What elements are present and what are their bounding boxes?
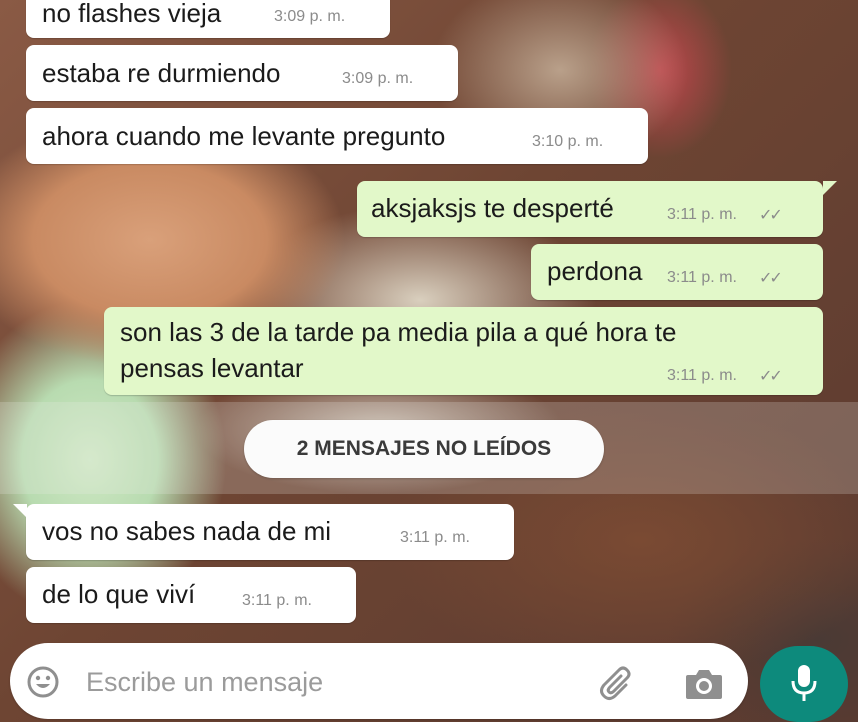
message-time: 3:11 p. m. <box>667 367 737 384</box>
message-incoming[interactable]: vos no sabes nada de mi 3:11 p. m. <box>26 504 514 560</box>
microphone-button[interactable] <box>760 646 848 722</box>
message-text: estaba re durmiendo <box>42 58 281 88</box>
message-text-line-2: pensas levantar <box>120 353 304 383</box>
bubble-tail <box>13 504 27 518</box>
message-outgoing[interactable]: son las 3 de la tarde pa media pila a qu… <box>104 307 823 395</box>
message-text-line-1: son las 3 de la tarde pa media pila a qu… <box>120 317 677 347</box>
message-text: ahora cuando me levante pregunto <box>42 121 446 151</box>
attach-icon[interactable] <box>598 663 638 703</box>
message-input-placeholder[interactable]: Escribe un mensaje <box>86 667 323 698</box>
message-time: 3:09 p. m. <box>274 8 346 25</box>
message-incoming[interactable]: estaba re durmiendo 3:09 p. m. <box>26 45 458 101</box>
message-incoming[interactable]: de lo que viví 3:11 p. m. <box>26 567 356 623</box>
message-text: no flashes vieja <box>42 0 222 28</box>
read-ticks-icon: ✓✓ <box>759 368 783 385</box>
microphone-icon <box>791 665 817 701</box>
message-time: 3:11 p. m. <box>242 592 312 609</box>
message-text: vos no sabes nada de mi <box>42 516 332 546</box>
message-text: perdona <box>547 256 643 286</box>
message-time: 3:11 p. m. <box>400 529 470 546</box>
message-text: aksjaksjs te desperté <box>371 193 614 223</box>
emoji-icon[interactable] <box>26 665 60 699</box>
message-time: 3:09 p. m. <box>342 70 414 87</box>
unread-messages-badge: 2 MENSAJES NO LEÍDOS <box>244 420 604 478</box>
read-ticks-icon: ✓✓ <box>759 270 783 287</box>
message-outgoing[interactable]: aksjaksjs te desperté 3:11 p. m. ✓✓ <box>357 181 823 237</box>
message-incoming[interactable]: no flashes vieja 3:09 p. m. <box>26 0 390 38</box>
message-text: de lo que viví <box>42 579 196 609</box>
bubble-tail <box>823 181 837 195</box>
message-time: 3:10 p. m. <box>532 133 604 150</box>
message-composer[interactable]: Escribe un mensaje <box>10 643 748 719</box>
message-time: 3:11 p. m. <box>667 269 737 286</box>
message-outgoing[interactable]: perdona 3:11 p. m. ✓✓ <box>531 244 823 300</box>
message-time: 3:11 p. m. <box>667 206 737 223</box>
message-incoming[interactable]: ahora cuando me levante pregunto 3:10 p.… <box>26 108 648 164</box>
read-ticks-icon: ✓✓ <box>759 207 783 224</box>
camera-icon[interactable] <box>684 667 724 701</box>
